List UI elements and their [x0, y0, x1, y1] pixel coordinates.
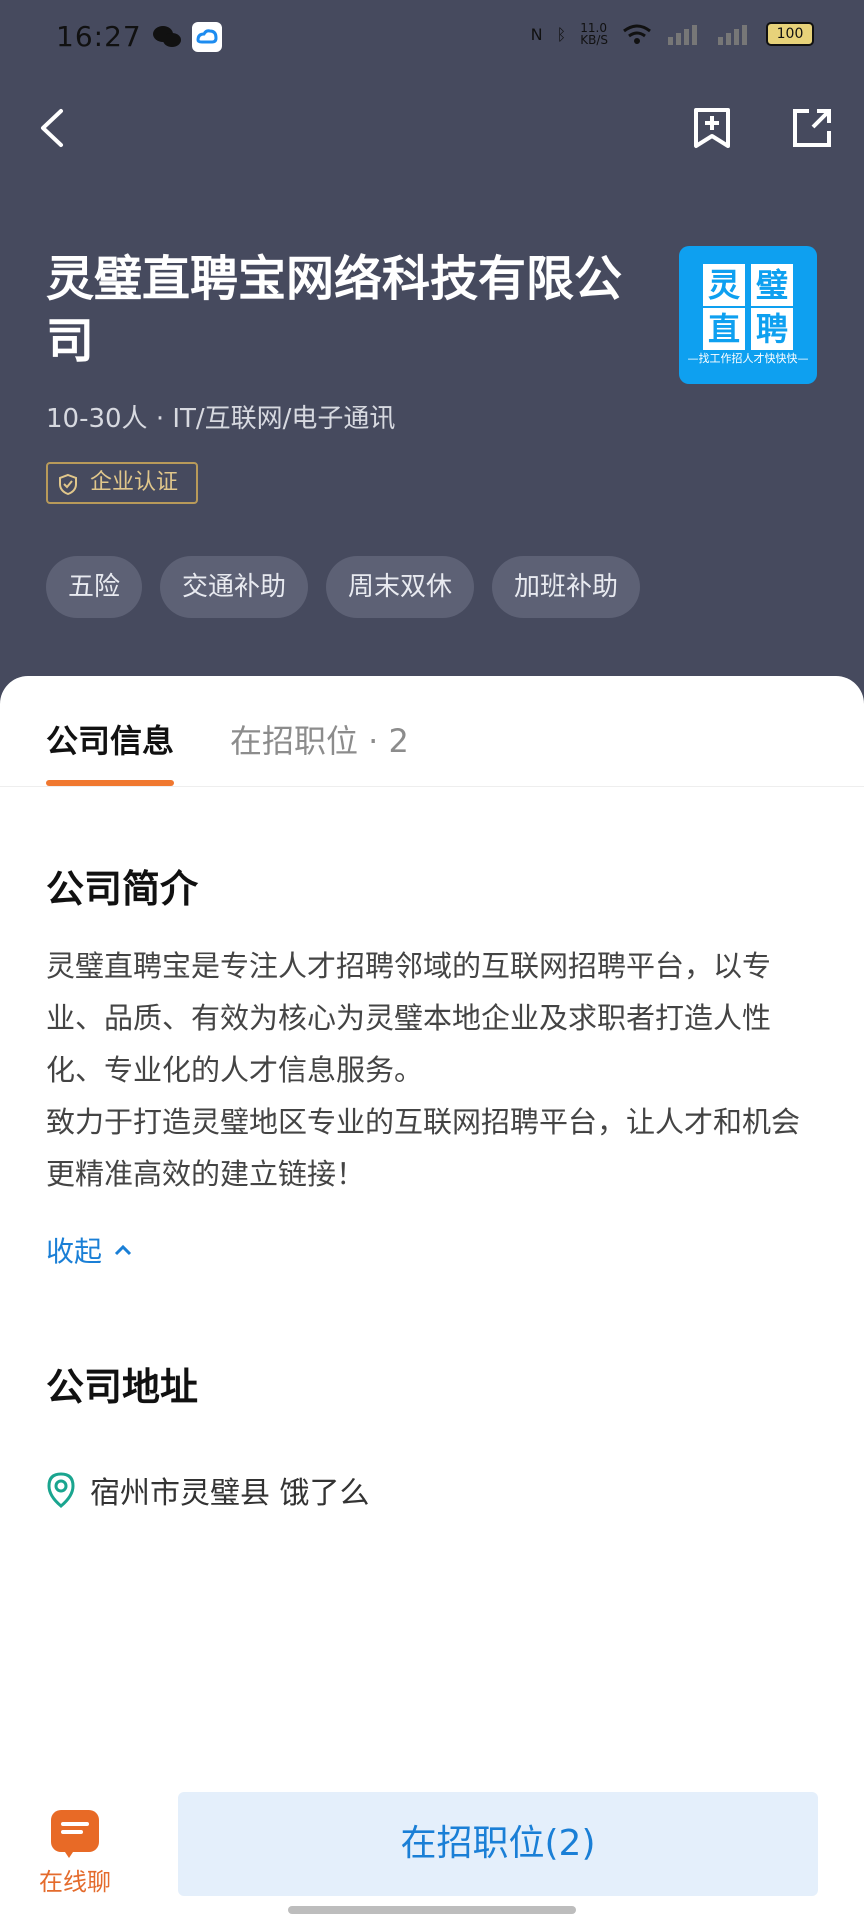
verify-label: 企业认证: [90, 470, 179, 495]
bottom-action-bar: 在线聊 在招职位(2): [0, 1780, 864, 1920]
intro-text: 灵璧直聘宝是专注人才招聘邻域的互联网招聘平台，以专业、品质、有效为核心为灵璧本地…: [46, 949, 801, 1191]
battery-indicator: 100: [766, 22, 814, 46]
tab-company-info[interactable]: 公司信息: [46, 716, 174, 762]
chevron-up-icon: [114, 1244, 132, 1256]
top-nav: [0, 100, 864, 160]
back-button[interactable]: [28, 104, 76, 152]
benefit-tags: 五险 交通补助 周末双休 加班补助: [46, 556, 641, 618]
nfc-icon: N: [530, 24, 543, 44]
tab-active-indicator: [46, 780, 174, 786]
benefit-tag: 周末双休: [326, 556, 475, 618]
benefit-tag: 交通补助: [160, 556, 309, 618]
verify-badge: 企业认证: [46, 462, 199, 504]
logo-glyph-1: 灵: [703, 264, 745, 306]
logo-glyph-2: 璧: [751, 264, 793, 306]
logo-glyph-3: 直: [703, 308, 745, 350]
chevron-left-icon: [41, 109, 63, 147]
intro-title: 公司简介: [46, 867, 199, 911]
company-meta: 10-30人 · IT/互联网/电子通讯: [46, 404, 396, 434]
chat-icon: [51, 1810, 99, 1858]
chat-label: 在线聊: [39, 1868, 111, 1896]
view-jobs-button[interactable]: 在招职位(2): [178, 1792, 818, 1896]
company-header: 16:27 N ᛒ 11.0 KB/S 100 灵璧直聘宝网络科技有限公司 灵 …: [0, 0, 864, 710]
logo-glyph-4: 聘: [751, 308, 793, 350]
tab-jobs[interactable]: 在招职位 · 2: [230, 716, 409, 762]
company-logo: 灵 璧 直 聘 —找工作招人才快快快—: [679, 246, 817, 384]
company-name: 灵璧直聘宝网络科技有限公司: [46, 251, 623, 369]
share-icon: [793, 109, 831, 147]
status-bar: 16:27 N ᛒ 11.0 KB/S 100: [0, 16, 864, 60]
location-pin-icon: [47, 1472, 75, 1508]
collapse-button[interactable]: 收起: [46, 1230, 132, 1270]
address-row[interactable]: 宿州市灵璧县 饿了么: [46, 1468, 370, 1512]
content-card: 公司信息 在招职位 · 2 公司简介 灵璧直聘宝是专注人才招聘邻域的互联网招聘平…: [0, 676, 864, 1920]
benefit-tag: 五险: [46, 556, 143, 618]
wechat-icon: [153, 26, 181, 47]
chat-button[interactable]: 在线聊: [30, 1794, 120, 1896]
signal-icon-2: [718, 25, 747, 45]
share-button[interactable]: [788, 104, 836, 152]
favorite-button[interactable]: [688, 104, 736, 152]
home-indicator[interactable]: [288, 1906, 576, 1914]
bluetooth-icon: ᛒ: [556, 24, 567, 44]
shield-check-icon: [59, 473, 77, 495]
signal-icon: [668, 25, 697, 45]
collapse-label: 收起: [46, 1235, 103, 1268]
tab-bar: 公司信息 在招职位 · 2: [0, 676, 864, 787]
wifi-icon: [623, 24, 651, 44]
bookmark-add-icon: [694, 108, 730, 148]
cloud-app-icon: [192, 22, 222, 52]
status-time: 16:27: [56, 20, 142, 53]
status-icons: N ᛒ 11.0 KB/S 100: [531, 22, 814, 46]
logo-tagline: —找工作招人才快快快—: [687, 352, 809, 365]
address-text: 宿州市灵璧县 饿了么: [90, 1476, 370, 1511]
network-speed: 11.0 KB/S: [580, 21, 608, 47]
benefit-tag: 加班补助: [492, 556, 641, 618]
address-title: 公司地址: [46, 1365, 199, 1409]
